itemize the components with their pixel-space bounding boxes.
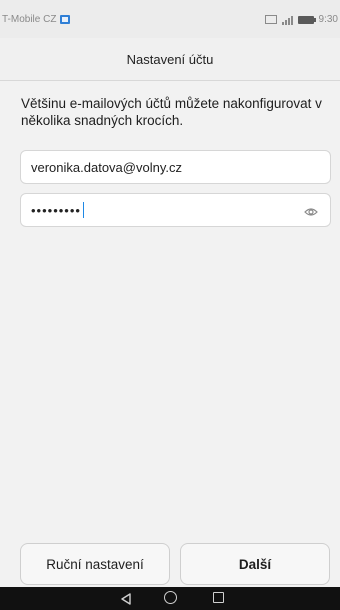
sim-card-icon (60, 15, 71, 24)
navigation-bar (0, 587, 340, 610)
password-field[interactable]: ••••••••• (20, 193, 331, 227)
status-right: 9:30 (264, 14, 338, 25)
battery-icon (297, 15, 316, 24)
eye-icon[interactable] (304, 205, 318, 220)
email-field[interactable]: veronika.datova@volny.cz (20, 150, 331, 184)
status-bar: T-Mobile CZ 9:30 (0, 0, 340, 38)
email-value: veronika.datova@volny.cz (31, 159, 182, 175)
home-icon[interactable] (164, 591, 177, 604)
manual-setup-label: Ruční nastavení (46, 556, 144, 572)
signal-icon (281, 15, 293, 25)
next-label: Další (238, 556, 272, 572)
status-left: T-Mobile CZ (2, 14, 71, 25)
back-icon[interactable] (120, 592, 132, 610)
page-title: Nastavení účtu (126, 51, 214, 67)
intro-text: Většinu e-mailových účtů můžete nakonfig… (21, 96, 322, 128)
password-value: ••••••••• (31, 202, 81, 218)
recent-apps-icon[interactable] (213, 592, 224, 603)
text-cursor (82, 202, 85, 218)
clock: 9:30 (318, 14, 338, 25)
carrier-label: T-Mobile CZ (2, 14, 57, 25)
manual-setup-button[interactable]: Ruční nastavení (20, 543, 170, 585)
next-button[interactable]: Další (180, 543, 330, 585)
app-bar: Nastavení účtu (0, 38, 340, 81)
image-icon (264, 15, 277, 24)
